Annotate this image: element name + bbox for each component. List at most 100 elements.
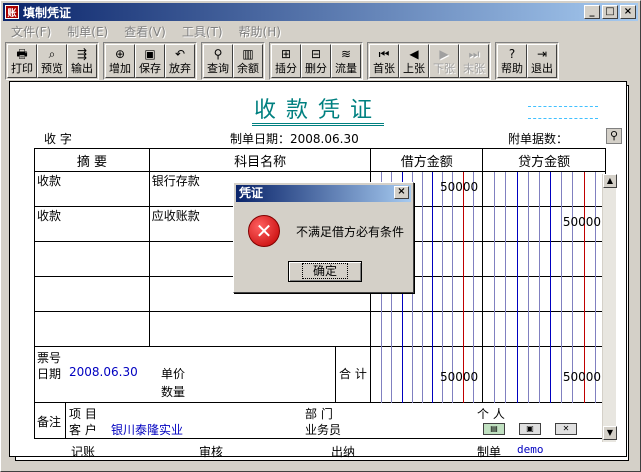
add-button[interactable]: ⊕ 增加 (105, 44, 135, 78)
balance-chart-icon: ▥ (242, 47, 254, 61)
next-record-button[interactable]: ▶ 下张 (429, 44, 459, 78)
exit-icon: ⇥ (536, 47, 548, 61)
toolbar-button-label: 下张 (433, 62, 455, 75)
export-icon: ⇶ (76, 47, 88, 61)
credit-grid (494, 242, 597, 277)
export-button[interactable]: ⇶ 输出 (67, 44, 97, 78)
toolbar-button-label: 退出 (531, 62, 553, 75)
account-cell[interactable] (148, 311, 372, 347)
save-button[interactable]: ▣ 保存 (135, 44, 165, 78)
preview-button[interactable]: ⌕ 预览 (37, 44, 67, 78)
menu-bar: 文件(F) 制单(E) 查看(V) 工具(T) 帮助(H) (3, 22, 289, 40)
vertical-scrollbar[interactable]: ▲ ▼ (602, 174, 617, 442)
card-icon[interactable]: ▤ (483, 423, 505, 435)
person-label: 个 人 (477, 407, 505, 421)
credit-cell[interactable] (482, 241, 606, 277)
credit-cell[interactable] (482, 276, 606, 312)
save-icon: ▣ (144, 47, 156, 61)
scroll-down-icon[interactable]: ▼ (603, 426, 617, 440)
customer-value[interactable]: 银川泰隆实业 (111, 421, 183, 438)
summary-cell[interactable] (34, 241, 150, 277)
debit-cell[interactable] (370, 311, 484, 347)
help-icon: ? (508, 47, 516, 61)
credit-cell[interactable] (482, 171, 606, 207)
bookkeeper-label: 记账 (71, 445, 96, 459)
summary-cell[interactable]: 收款 (34, 206, 150, 242)
ok-button[interactable]: 确定 (288, 261, 362, 282)
col-credit: 贷方金额 (482, 148, 606, 172)
window-title: 填制凭证 (23, 5, 72, 20)
menu-file[interactable]: 文件(F) (3, 23, 59, 40)
summary-cell[interactable]: 收款 (34, 171, 150, 207)
remarks-label: 备注 (37, 415, 62, 429)
tools-icon[interactable]: ✕ (555, 423, 577, 435)
minimize-icon[interactable]: _ (584, 5, 600, 19)
scroll-up-icon[interactable]: ▲ (603, 174, 617, 188)
binoculars-icon: ⚲ (213, 47, 223, 61)
quantity-label: 数量 (161, 385, 186, 399)
col-summary: 摘 要 (34, 148, 150, 172)
close-icon[interactable]: × (394, 186, 409, 199)
toolbar-button-label: 预览 (41, 62, 63, 75)
printer-button[interactable]: 🖶 打印 (7, 44, 37, 78)
first-record-button[interactable]: ⏮ 首张 (369, 44, 399, 78)
salesperson-label: 业务员 (305, 423, 342, 437)
bill-date[interactable]: 2008.06.30 (69, 365, 138, 379)
toolbar-button-label: 插分 (275, 62, 297, 75)
total-credit: 50000 (562, 370, 601, 384)
debit-grid (381, 312, 475, 347)
binoculars-button[interactable]: ⚲ 查询 (203, 44, 233, 78)
last-record-button[interactable]: ⏭ 末张 (459, 44, 489, 78)
col-debit: 借方金额 (370, 148, 484, 172)
date-label: 制单日期： (230, 132, 291, 146)
menu-view[interactable]: 查看(V) (116, 23, 174, 40)
credit-cell[interactable] (482, 311, 606, 347)
total-label: 合 计 (339, 367, 367, 381)
cashier-label: 出纳 (331, 445, 356, 459)
maximize-icon[interactable]: □ (602, 5, 618, 19)
toolbar-group: ⚲ 查询 ▥ 余额 (201, 42, 265, 80)
toolbar-button-label: 增加 (109, 62, 131, 75)
toolbar-button-label: 余额 (237, 62, 259, 75)
debit-amount: 50000 (440, 180, 479, 194)
voucher-date[interactable]: 2008.06.30 (290, 132, 359, 146)
bill-info-cell: 票号 日期 2008.06.30 单价 数量 合 计 (33, 346, 372, 403)
unit-price-label: 单价 (161, 367, 186, 381)
customer-label: 客 户 (69, 423, 97, 437)
voucher-title: 收款凭证 (10, 92, 626, 126)
dash-decoration (528, 118, 598, 119)
table-row (34, 311, 606, 347)
cashflow-button[interactable]: ≋ 流量 (331, 44, 361, 78)
maker-value: demo (517, 443, 544, 456)
voucher-type: 收 字 (44, 132, 72, 146)
preview-icon: ⌕ (48, 47, 56, 61)
attachments-label: 附单据数： (508, 132, 569, 146)
summary-cell[interactable] (34, 276, 150, 312)
add-icon: ⊕ (114, 47, 126, 61)
undo-button[interactable]: ↶ 放弃 (165, 44, 195, 78)
menu-help[interactable]: 帮助(H) (231, 23, 289, 40)
summary-cell[interactable] (34, 311, 150, 347)
search-icon[interactable]: ⚲ (606, 128, 622, 144)
remarks-cell: 备注 项 目 部 门 个 人 客 户 银川泰隆实业 业务员 ▤ ▣ ✕ (34, 402, 606, 439)
prev-record-button[interactable]: ◀ 上张 (399, 44, 429, 78)
delete-row-icon: ⊟ (310, 47, 322, 61)
delete-row-button[interactable]: ⊟ 删分 (301, 44, 331, 78)
date-line: 制单日期：2008.06.30 (230, 130, 359, 147)
credit-grid (494, 312, 597, 347)
close-icon[interactable]: × (620, 5, 636, 19)
last-record-icon: ⏭ (468, 47, 480, 61)
help-button[interactable]: ? 帮助 (497, 44, 527, 78)
exit-button[interactable]: ⇥ 退出 (527, 44, 557, 78)
toolbar-button-label: 上张 (403, 62, 425, 75)
balance-chart-button[interactable]: ▥ 余额 (233, 44, 263, 78)
menu-tools[interactable]: 工具(T) (174, 23, 231, 40)
credit-cell[interactable]: 50000 (482, 206, 606, 242)
title-bar: 账 填制凭证 _ □ × (3, 3, 638, 21)
credit-grid (494, 277, 597, 312)
col-account: 科目名称 (148, 148, 372, 172)
insert-row-button[interactable]: ⊞ 插分 (271, 44, 301, 78)
project-label: 项 目 (69, 407, 97, 421)
id-card-icon[interactable]: ▣ (519, 423, 541, 435)
menu-make-voucher[interactable]: 制单(E) (59, 23, 116, 40)
